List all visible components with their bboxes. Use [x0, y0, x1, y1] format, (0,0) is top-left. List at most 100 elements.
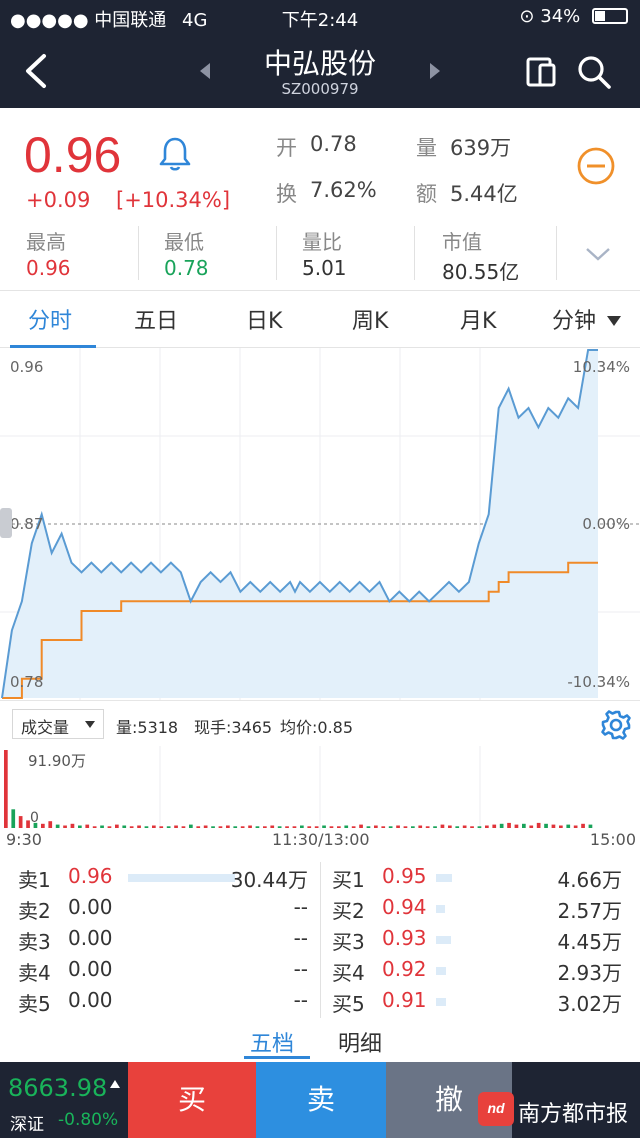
tab-minute[interactable]: 分钟	[552, 303, 622, 335]
sell-level-amount: --	[293, 895, 308, 919]
tab-minute-label: 分钟	[552, 309, 597, 334]
volume-bar	[499, 823, 504, 828]
volume-bar	[514, 824, 519, 828]
price-label-top: 0.96	[10, 358, 43, 376]
volume-bar	[18, 816, 23, 828]
volume-bar	[314, 826, 319, 828]
divider	[414, 226, 415, 280]
buy-level-bar	[436, 967, 447, 975]
volume-bar	[115, 824, 119, 828]
volume-bar	[588, 824, 593, 828]
tab-intraday[interactable]: 分时	[28, 303, 72, 335]
sell-level-row[interactable]: 卖4 0.00 --	[18, 955, 308, 985]
remove-watchlist-icon[interactable]	[576, 146, 616, 186]
volume-bar	[100, 825, 104, 828]
sell-level-price: 0.96	[68, 864, 113, 888]
volume-bar	[381, 826, 386, 828]
sell-level-price: 0.00	[68, 988, 113, 1012]
tab-five-levels[interactable]: 五档	[250, 1026, 294, 1058]
gear-icon[interactable]	[600, 709, 632, 741]
volume-bar	[329, 826, 334, 828]
volume-bar	[11, 809, 16, 828]
watermark-text: 南方都市报	[518, 1102, 629, 1127]
tab-five-day[interactable]: 五日	[134, 303, 178, 335]
volume-info: 量:5318	[116, 718, 179, 737]
volume-bar	[218, 826, 223, 828]
volume-bar	[351, 826, 356, 828]
volume-bar	[85, 824, 90, 828]
buy-level-amount: 2.93万	[557, 961, 622, 985]
battery-info: ⊙ 34%	[519, 6, 628, 27]
stats-row: 最高 0.96 最低 0.78 量比 5.01 市值 80.55亿	[0, 224, 640, 288]
open-label: 开	[276, 136, 297, 160]
stat-value: 5.01	[302, 256, 347, 280]
volume-bar	[4, 750, 8, 828]
stat-market-cap: 市值 80.55亿	[442, 224, 562, 284]
sell-level-row[interactable]: 卖5 0.00 --	[18, 986, 308, 1016]
volume-bar	[307, 826, 312, 828]
search-icon[interactable]	[576, 54, 612, 90]
tab-monthly-k[interactable]: 月K	[460, 303, 496, 335]
volume-bar	[159, 826, 164, 828]
volume-bar	[470, 826, 474, 828]
price-alert-bell-icon[interactable]	[158, 136, 192, 172]
divider	[138, 226, 139, 280]
buy-level-price: 0.93	[382, 926, 427, 950]
buy-level-price: 0.92	[382, 957, 427, 981]
sell-level-row[interactable]: 卖1 0.96 30.44万	[18, 862, 308, 892]
volume-bar	[137, 825, 141, 828]
chevron-down-icon[interactable]	[584, 244, 612, 264]
volume-bar	[566, 824, 571, 828]
intraday-chart[interactable]: 0.96 0.87 0.78 10.34% 0.00% -10.34%	[0, 348, 640, 700]
buy-level-row[interactable]: 买2 0.94 2.57万	[332, 893, 622, 923]
turnover-label: 换	[276, 182, 297, 206]
volume-bar	[551, 824, 556, 828]
volume-bar	[300, 825, 304, 828]
volume-bars	[4, 750, 593, 828]
current-price: 0.96	[24, 127, 122, 183]
buy-level-row[interactable]: 买4 0.92 2.93万	[332, 955, 622, 985]
sell-level-label: 卖3	[18, 930, 51, 954]
time-label-open: 9:30	[6, 830, 42, 849]
sell-level-label: 卖4	[18, 961, 51, 985]
amount-value: 5.44亿	[450, 182, 518, 206]
avg-price-info: 均价:0.85	[280, 718, 354, 737]
tab-details[interactable]: 明细	[338, 1026, 382, 1058]
buy-level-amount: 2.57万	[557, 899, 622, 923]
sell-level-label: 卖1	[18, 868, 51, 892]
volume-bar	[107, 826, 112, 828]
volume-bar	[285, 826, 289, 828]
volume-bar	[152, 825, 156, 828]
index-name: 深证	[10, 1115, 44, 1135]
sell-level-row[interactable]: 卖3 0.00 --	[18, 924, 308, 954]
sell-button[interactable]: 卖	[256, 1062, 386, 1138]
buy-level-bar	[436, 998, 447, 1006]
index-value[interactable]: 8663.98	[8, 1074, 107, 1102]
volume-bar	[544, 823, 548, 828]
volume-bar	[144, 826, 149, 828]
volume-bar	[92, 826, 97, 828]
volume-bar	[403, 826, 408, 828]
buy-level-row[interactable]: 买3 0.93 4.45万	[332, 924, 622, 954]
stat-value: 0.78	[164, 256, 209, 280]
watermark: nd 南方都市报	[478, 1086, 638, 1132]
buy-level-row[interactable]: 买1 0.95 4.66万	[332, 862, 622, 892]
indicator-select[interactable]: 成交量	[12, 709, 104, 739]
volume-bar	[448, 825, 452, 828]
stat-label: 最低	[164, 230, 204, 254]
dropdown-caret-icon	[607, 316, 622, 326]
sell-level-row[interactable]: 卖2 0.00 --	[18, 893, 308, 923]
volume-bar	[211, 826, 215, 828]
volume-max-label: 91.90万	[28, 752, 86, 770]
buy-level-bar	[436, 905, 445, 913]
next-stock-icon[interactable]	[428, 62, 442, 80]
switch-view-icon[interactable]	[524, 54, 560, 90]
volume-bar	[263, 826, 267, 828]
buy-button[interactable]: 买	[128, 1062, 256, 1138]
stat-label: 市值	[442, 230, 482, 254]
up-arrow-icon	[110, 1080, 120, 1088]
volume-zero-label: 0	[30, 810, 39, 826]
buy-level-row[interactable]: 买5 0.91 3.02万	[332, 986, 622, 1016]
tab-daily-k[interactable]: 日K	[246, 303, 282, 335]
tab-weekly-k[interactable]: 周K	[352, 303, 388, 335]
